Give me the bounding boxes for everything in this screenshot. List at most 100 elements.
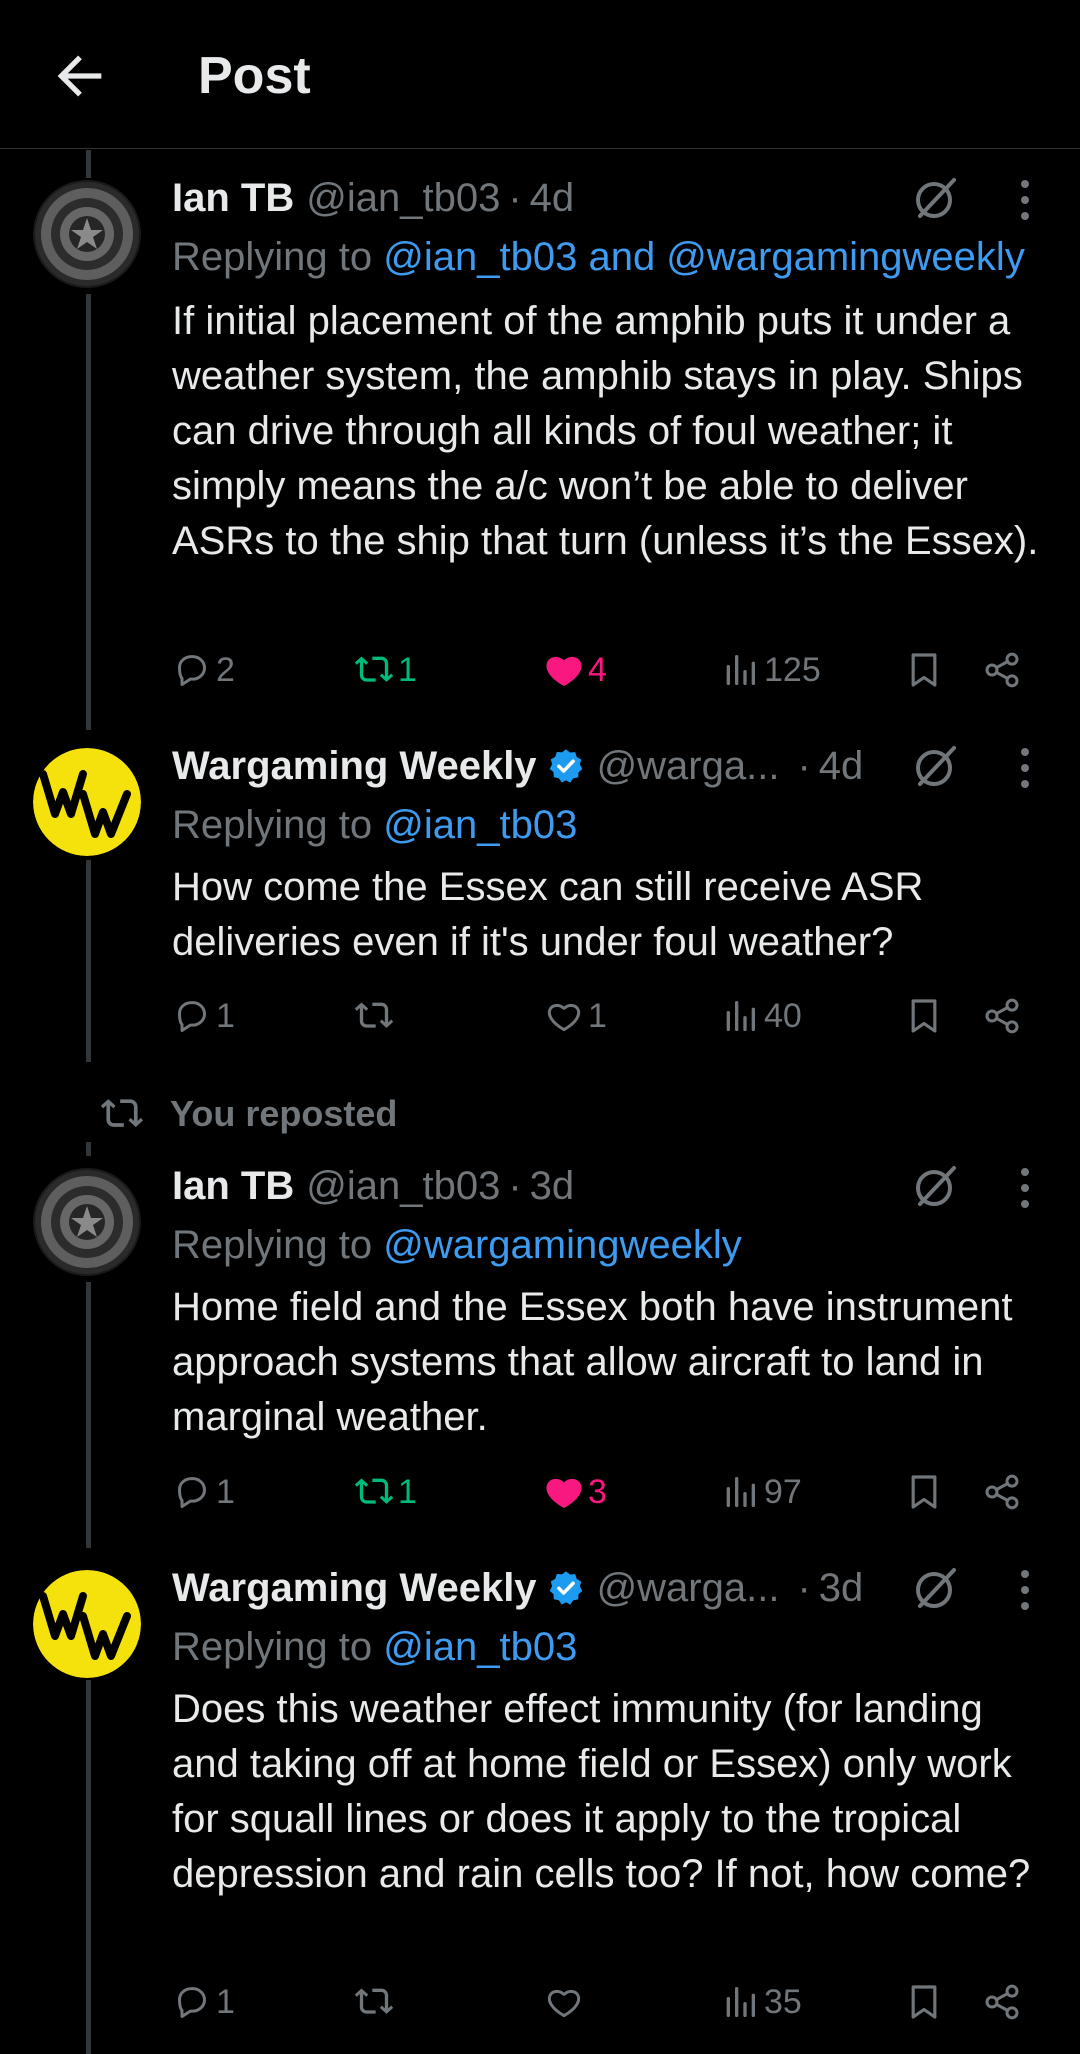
views-button[interactable]: 97 xyxy=(720,1462,802,1522)
avatar[interactable] xyxy=(33,1168,141,1276)
avatar[interactable] xyxy=(33,180,141,288)
repost-icon xyxy=(100,1099,144,1128)
avatar[interactable]: WW xyxy=(33,748,141,856)
more-options-icon[interactable] xyxy=(1005,172,1045,228)
reply-button[interactable]: 2 xyxy=(172,640,235,700)
replying-to: Replying to @ian_tb03 xyxy=(172,1618,577,1676)
mention-link[interactable]: @wargamingweekly xyxy=(383,1223,742,1267)
views-button[interactable]: 40 xyxy=(720,986,802,1046)
reply-count: 1 xyxy=(216,1982,235,2021)
repost-button[interactable] xyxy=(354,986,398,1046)
share-icon xyxy=(985,998,1019,1034)
tweet-header: Ian TB @ian_tb03 · 3d xyxy=(172,1156,574,1216)
grok-icon[interactable] xyxy=(908,1560,964,1616)
bookmark-button[interactable] xyxy=(904,1972,944,2032)
views-chart-icon xyxy=(726,1001,755,1031)
views-chart-icon xyxy=(726,1987,755,2017)
mention-link[interactable]: @ian_tb03 xyxy=(383,1625,577,1669)
mention-link[interactable]: @ian_tb03 and @wargamingweekly xyxy=(383,235,1025,279)
action-bar: 1 35 xyxy=(172,1972,1052,2032)
reply-icon xyxy=(178,1987,206,2018)
heart-icon xyxy=(547,1003,581,1032)
tweet-text: How come the Essex can still receive ASR… xyxy=(172,865,924,964)
thread-connector xyxy=(86,1282,91,1548)
repost-icon xyxy=(354,1478,394,1504)
replying-to: Replying to @ian_tb03 xyxy=(172,796,577,854)
more-options-icon[interactable] xyxy=(1005,1160,1045,1216)
separator-dot: · xyxy=(797,1566,811,1610)
more-options-icon[interactable] xyxy=(1005,740,1045,796)
action-bar: 2 1 4 125 xyxy=(172,640,1052,700)
thread-connector xyxy=(86,150,91,178)
page-title: Post xyxy=(198,47,311,105)
bookmark-button[interactable] xyxy=(904,640,944,700)
shield-avatar-icon xyxy=(33,1168,141,1276)
share-button[interactable] xyxy=(982,1972,1022,2032)
tweet-header: Wargaming Weekly @warga... · 3d xyxy=(172,1558,863,1618)
replying-to: Replying to @ian_tb03 and @wargamingweek… xyxy=(172,228,1025,286)
verified-badge-icon xyxy=(547,1569,585,1607)
ww-logo-icon: WW xyxy=(33,748,141,856)
repost-button[interactable]: 1 xyxy=(354,1462,417,1522)
grok-icon[interactable] xyxy=(908,170,964,226)
repost-button[interactable] xyxy=(354,1972,398,2032)
grok-icon[interactable] xyxy=(908,1158,964,1214)
like-count: 3 xyxy=(588,1472,607,1511)
mention-link[interactable]: @ian_tb03 xyxy=(383,803,577,847)
views-chart-icon xyxy=(726,655,755,685)
view-count: 125 xyxy=(764,650,821,689)
tweet-text: If initial placement of the amphib puts … xyxy=(172,299,1039,563)
like-button[interactable]: 4 xyxy=(544,640,607,700)
bookmark-icon xyxy=(911,999,937,1033)
timestamp[interactable]: 3d xyxy=(530,1156,575,1216)
username[interactable]: @warga... xyxy=(597,1558,780,1618)
more-options-icon[interactable] xyxy=(1005,1562,1045,1618)
view-count: 40 xyxy=(764,996,802,1035)
timestamp[interactable]: 4d xyxy=(819,736,864,796)
timestamp[interactable]: 3d xyxy=(819,1558,864,1618)
bookmark-button[interactable] xyxy=(904,1462,944,1522)
share-icon xyxy=(985,1984,1019,2020)
grok-icon[interactable] xyxy=(908,738,964,794)
like-button[interactable] xyxy=(544,1972,588,2032)
verified-badge-icon xyxy=(547,747,585,785)
repost-icon xyxy=(354,1002,394,1028)
replying-to-prefix: Replying to xyxy=(172,235,373,279)
username[interactable]: @ian_tb03 xyxy=(306,1156,500,1216)
display-name[interactable]: Ian TB xyxy=(172,168,294,228)
repost-icon xyxy=(354,1988,394,2014)
reply-button[interactable]: 1 xyxy=(172,986,235,1046)
bookmark-button[interactable] xyxy=(904,986,944,1046)
timestamp[interactable]: 4d xyxy=(530,168,575,228)
thread-connector xyxy=(86,1142,91,1156)
views-button[interactable]: 35 xyxy=(720,1972,802,2032)
shield-avatar-icon xyxy=(33,180,141,288)
tweet-header: Wargaming Weekly @warga... · 4d xyxy=(172,736,863,796)
reply-button[interactable]: 1 xyxy=(172,1972,235,2032)
repost-button[interactable]: 1 xyxy=(354,640,417,700)
like-button[interactable]: 3 xyxy=(544,1462,607,1522)
share-icon xyxy=(985,1474,1019,1510)
replying-to-prefix: Replying to xyxy=(172,803,373,847)
display-name[interactable]: Ian TB xyxy=(172,1156,294,1216)
reply-icon xyxy=(178,655,206,686)
display-name[interactable]: Wargaming Weekly xyxy=(172,736,537,796)
views-chart-icon xyxy=(726,1477,755,1507)
reply-button[interactable]: 1 xyxy=(172,1462,235,1522)
tweet-header: Ian TB @ian_tb03 · 4d xyxy=(172,168,574,228)
username[interactable]: @warga... xyxy=(597,736,780,796)
share-button[interactable] xyxy=(982,1462,1022,1522)
reply-count: 1 xyxy=(216,996,235,1035)
username[interactable]: @ian_tb03 xyxy=(306,168,500,228)
display-name[interactable]: Wargaming Weekly xyxy=(172,1558,537,1618)
views-button[interactable]: 125 xyxy=(720,640,821,700)
back-arrow-icon[interactable] xyxy=(48,44,112,108)
like-button[interactable]: 1 xyxy=(544,986,607,1046)
separator-dot: · xyxy=(508,1164,522,1208)
share-button[interactable] xyxy=(982,640,1022,700)
share-button[interactable] xyxy=(982,986,1022,1046)
avatar[interactable] xyxy=(33,1570,141,1678)
tweet-text: Does this weather effect immunity (for l… xyxy=(172,1687,1031,1896)
bookmark-icon xyxy=(911,1475,937,1509)
share-icon xyxy=(985,652,1019,688)
